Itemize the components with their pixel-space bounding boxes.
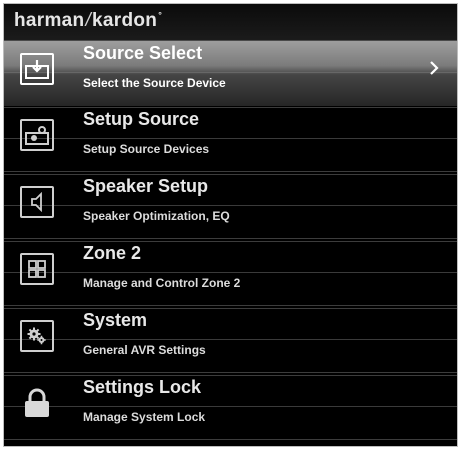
menu-item-subtitle: Manage and Control Zone 2 xyxy=(83,276,241,290)
menu-item-subtitle: Setup Source Devices xyxy=(83,142,210,156)
row-divider xyxy=(4,205,457,206)
menu-item-subtitle: Speaker Optimization, EQ xyxy=(83,209,230,223)
brand-left: harman xyxy=(14,10,85,31)
row-divider xyxy=(4,72,457,73)
menu-item-zone-2[interactable]: Zone 2 Manage and Control Zone 2 xyxy=(4,241,457,306)
brand-bar: harman/kardon° xyxy=(4,4,457,41)
brand-logo: harman/kardon° xyxy=(14,10,162,32)
row-divider xyxy=(4,406,457,407)
row-divider xyxy=(4,138,457,139)
menu-item-title: System xyxy=(83,310,148,330)
menu-item-title: Source Select xyxy=(83,43,203,63)
brand-separator: / xyxy=(85,10,92,31)
menu-item-title: Setup Source xyxy=(83,109,200,129)
menu-item-subtitle: Manage System Lock xyxy=(83,410,206,424)
brand-mark: ° xyxy=(158,10,163,20)
menu-item-system[interactable]: System General AVR Settings xyxy=(4,308,457,373)
zone-grid-icon xyxy=(20,253,54,285)
menu-item-title: Zone 2 xyxy=(83,243,142,263)
chevron-right-icon xyxy=(427,57,441,79)
brand-right: kardon xyxy=(92,10,158,31)
source-select-icon xyxy=(20,53,54,85)
menu-item-speaker-setup[interactable]: Speaker Setup Speaker Optimization, EQ xyxy=(4,174,457,239)
menu-item-settings-lock[interactable]: Settings Lock Manage System Lock xyxy=(4,375,457,440)
menu-item-title: Speaker Setup xyxy=(83,176,209,196)
menu-item-subtitle: Select the Source Device xyxy=(83,76,226,90)
menu-item-title: Settings Lock xyxy=(83,377,202,397)
setup-source-icon xyxy=(20,119,54,151)
menu-item-source-select[interactable]: Source Select Select the Source Device xyxy=(4,41,457,106)
row-divider xyxy=(4,272,457,273)
gears-icon xyxy=(20,320,54,352)
menu-screen: harman/kardon° Source Select Select the … xyxy=(3,3,458,447)
lock-icon xyxy=(20,387,54,419)
speaker-icon xyxy=(20,186,54,218)
menu-item-setup-source[interactable]: Setup Source Setup Source Devices xyxy=(4,107,457,172)
row-divider xyxy=(4,339,457,340)
menu-item-subtitle: General AVR Settings xyxy=(83,343,206,357)
